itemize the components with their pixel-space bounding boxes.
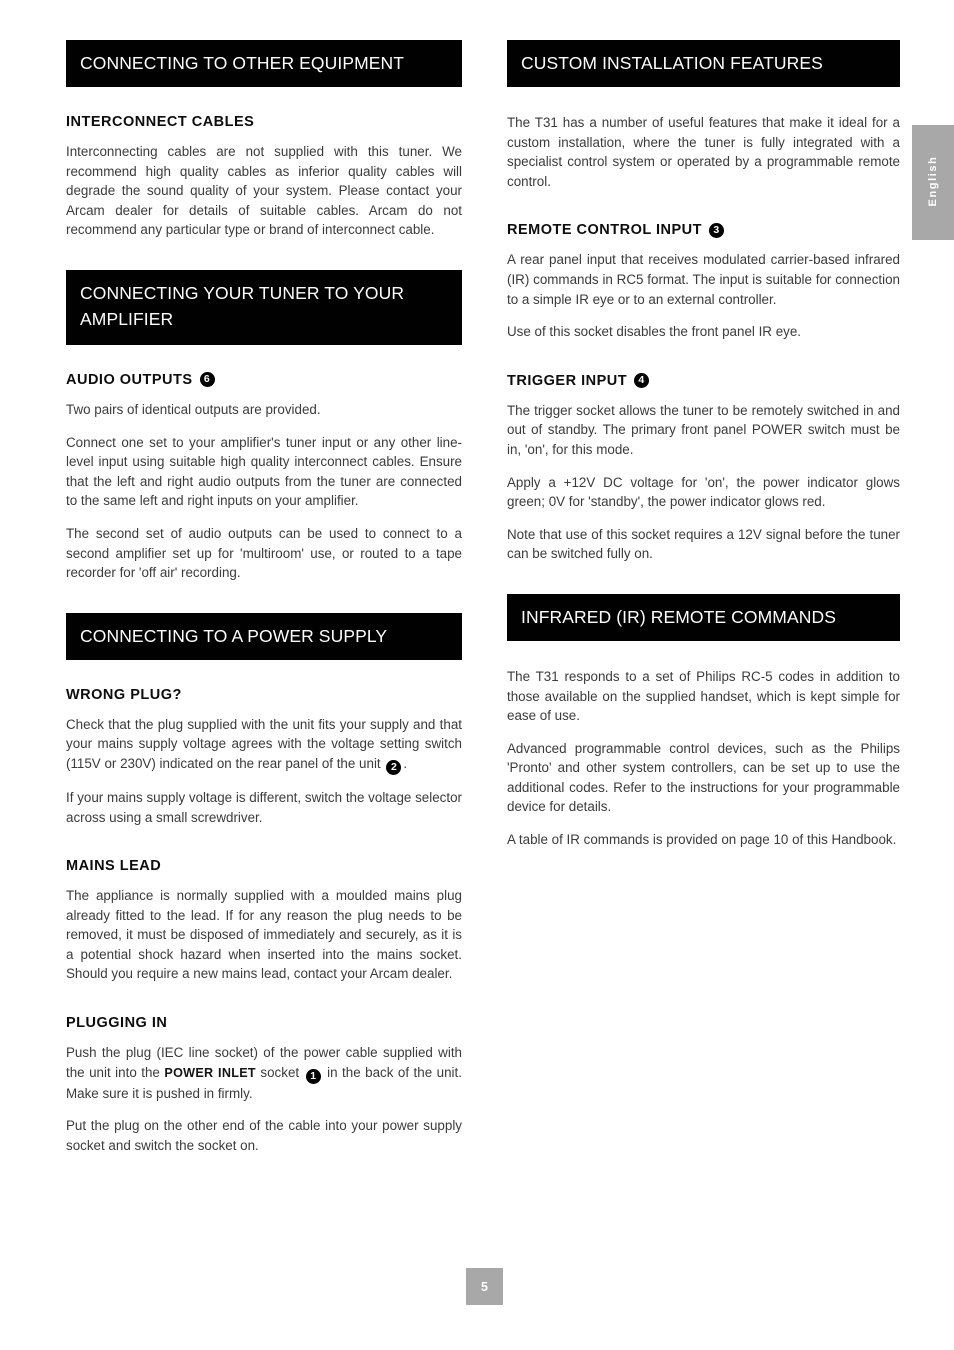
callout-number-4-icon: 4	[634, 373, 650, 389]
callout-number-6-icon: 6	[199, 372, 215, 388]
language-tab-label: English	[927, 155, 939, 206]
paragraph-trigger-input-1: The trigger socket allows the tuner to b…	[507, 402, 900, 457]
paragraph-custom-installation-intro: The T31 has a number of useful features …	[507, 115, 900, 189]
paragraph-mains-lead-1: The appliance is normally supplied with …	[66, 888, 462, 982]
paragraph-wrong-plug-1: Check that the plug supplied with the un…	[66, 715, 462, 775]
heading-interconnect-cables: INTERCONNECT CABLES	[66, 113, 462, 131]
callout-number-1-icon: 1	[305, 1068, 321, 1084]
paragraph-wrong-plug-1-period: .	[403, 755, 408, 771]
paragraph-audio-outputs-3: The second set of audio outputs can be u…	[66, 525, 462, 581]
heading-remote-control-input: REMOTE CONTROL INPUT 3	[507, 221, 900, 239]
paragraph-audio-outputs-2: Connect one set to your amplifier's tune…	[66, 434, 462, 509]
paragraph-interconnect-cables-1: Interconnecting cables are not supplied …	[66, 144, 462, 238]
section-banner-infrared-remote-commands: INFRARED (IR) REMOTE COMMANDS	[507, 593, 900, 641]
section-banner-connecting-power-supply: CONNECTING TO A POWER SUPPLY	[66, 612, 462, 660]
paragraph-audio-outputs-1: Two pairs of identical outputs are provi…	[66, 401, 321, 417]
banner-line-1: CONNECTING YOUR TUNER TO YOUR	[80, 282, 405, 303]
heading-mains-lead-label: MAINS LEAD	[66, 858, 162, 875]
heading-plugging-in: PLUGGING IN	[66, 1014, 462, 1032]
paragraph-infrared-1: The T31 responds to a set of Philips RC-…	[507, 668, 900, 724]
paragraph-plugging-in-1-part-2: socket	[260, 1064, 300, 1080]
paragraph-plugging-in-2: Put the plug on the other end of the cab…	[66, 1118, 462, 1153]
manual-page: CONNECTING TO OTHER EQUIPMENT INTERCONNE…	[0, 0, 954, 1350]
callout-number-2-icon: 2	[386, 759, 402, 775]
heading-wrong-plug: WRONG PLUG?	[66, 686, 462, 704]
heading-audio-outputs-label: AUDIO OUTPUTS	[66, 371, 193, 388]
heading-plugging-in-label: PLUGGING IN	[66, 1015, 168, 1032]
heading-audio-outputs: AUDIO OUTPUTS 6	[66, 371, 462, 389]
heading-trigger-input-label: TRIGGER INPUT	[507, 372, 628, 389]
paragraph-remote-control-input-1: A rear panel input that receives modulat…	[507, 252, 900, 307]
power-inlet-label: POWER INLET	[164, 1065, 256, 1080]
section-banner-custom-installation-features: CUSTOM INSTALLATION FEATURES	[507, 40, 900, 87]
heading-mains-lead: MAINS LEAD	[66, 857, 462, 875]
paragraph-wrong-plug-2: If your mains supply voltage is differen…	[66, 789, 462, 825]
page-number-label: 5	[481, 1279, 488, 1294]
section-banner-connecting-tuner-amplifier: CONNECTING YOUR TUNER TO YOUR AMPLIFIER	[66, 269, 462, 345]
paragraph-trigger-input-3: Note that use of this socket requires a …	[507, 526, 900, 562]
right-column: CUSTOM INSTALLATION FEATURES The T31 has…	[507, 40, 900, 850]
paragraph-infrared-2: Advanced programmable control devices, s…	[507, 740, 900, 815]
heading-trigger-input: TRIGGER INPUT 4	[507, 372, 900, 390]
heading-interconnect-cables-label: INTERCONNECT CABLES	[66, 114, 255, 130]
heading-wrong-plug-label: WRONG PLUG?	[66, 686, 182, 703]
paragraph-infrared-3: A table of IR commands is provided on pa…	[507, 832, 897, 848]
banner-line-2: AMPLIFIER	[80, 308, 174, 329]
heading-remote-control-input-label: REMOTE CONTROL INPUT	[507, 222, 703, 239]
section-banner-connecting-other-equipment: CONNECTING TO OTHER EQUIPMENT	[66, 40, 462, 87]
left-column: CONNECTING TO OTHER EQUIPMENT INTERCONNE…	[66, 40, 462, 1155]
paragraph-remote-control-input-2: Use of this socket disables the front pa…	[507, 324, 802, 340]
language-tab-english: English	[912, 125, 954, 240]
page-number-badge: 5	[466, 1268, 503, 1305]
paragraph-trigger-input-2: Apply a +12V DC voltage for 'on', the po…	[507, 474, 900, 510]
paragraph-plugging-in-1: Push the plug (IEC line socket) of the p…	[66, 1043, 462, 1103]
callout-number-3-icon: 3	[709, 222, 725, 238]
